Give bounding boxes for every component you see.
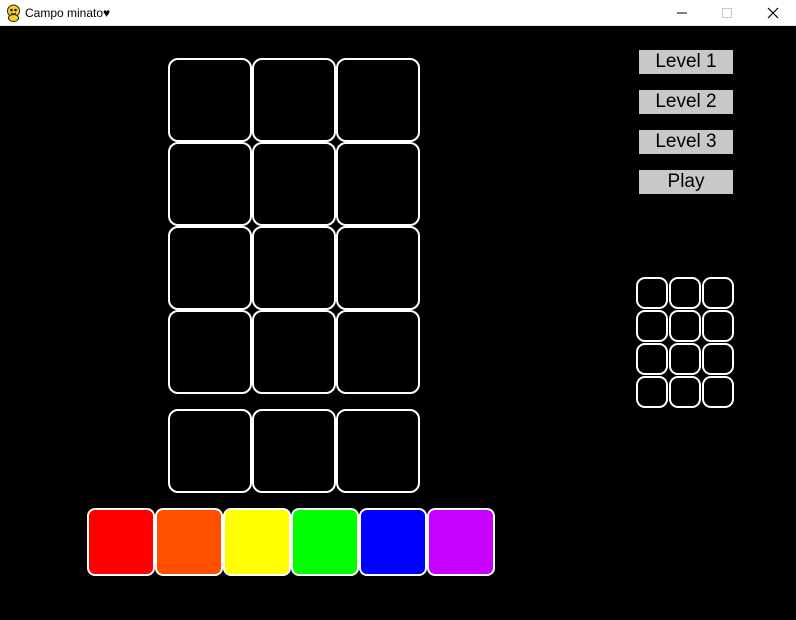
answer-cell[interactable] <box>336 409 420 493</box>
feedback-cell <box>702 376 734 408</box>
title-bar: Campo minato♥ <box>0 0 796 26</box>
color-swatch-purple[interactable] <box>427 508 495 576</box>
guess-cell[interactable] <box>168 310 252 394</box>
feedback-cell <box>636 277 668 309</box>
guess-cell[interactable] <box>252 226 336 310</box>
level-2-button[interactable]: Level 2 <box>639 90 733 114</box>
guess-cell[interactable] <box>336 310 420 394</box>
color-swatch-yellow[interactable] <box>223 508 291 576</box>
feedback-cell <box>669 277 701 309</box>
maximize-button[interactable] <box>704 0 750 26</box>
guess-cell[interactable] <box>252 58 336 142</box>
feedback-cell <box>669 343 701 375</box>
color-swatch-blue[interactable] <box>359 508 427 576</box>
feedback-cell <box>636 310 668 342</box>
feedback-cell <box>636 376 668 408</box>
guess-cell[interactable] <box>336 226 420 310</box>
guess-cell[interactable] <box>252 142 336 226</box>
game-canvas: Level 1 Level 2 Level 3 Play <box>0 27 796 620</box>
level-3-button[interactable]: Level 3 <box>639 130 733 154</box>
guess-cell[interactable] <box>168 226 252 310</box>
guess-cell[interactable] <box>336 142 420 226</box>
answer-cell[interactable] <box>252 409 336 493</box>
close-icon <box>767 7 779 19</box>
feedback-cell <box>669 376 701 408</box>
feedback-cell <box>702 343 734 375</box>
color-swatch-red[interactable] <box>87 508 155 576</box>
level-1-button[interactable]: Level 1 <box>639 50 733 74</box>
feedback-cell <box>669 310 701 342</box>
answer-cell[interactable] <box>168 409 252 493</box>
minimize-icon <box>677 12 687 14</box>
pygame-snake-icon <box>7 4 20 22</box>
feedback-cell <box>636 343 668 375</box>
close-button[interactable] <box>750 0 796 26</box>
feedback-cell <box>702 277 734 309</box>
guess-cell[interactable] <box>336 58 420 142</box>
minimize-button[interactable] <box>659 0 705 26</box>
window-title: Campo minato♥ <box>25 6 111 20</box>
play-button[interactable]: Play <box>639 170 733 194</box>
guess-cell[interactable] <box>252 310 336 394</box>
feedback-cell <box>702 310 734 342</box>
guess-cell[interactable] <box>168 58 252 142</box>
color-swatch-green[interactable] <box>291 508 359 576</box>
maximize-icon <box>722 8 732 18</box>
guess-cell[interactable] <box>168 142 252 226</box>
color-swatch-orange[interactable] <box>155 508 223 576</box>
